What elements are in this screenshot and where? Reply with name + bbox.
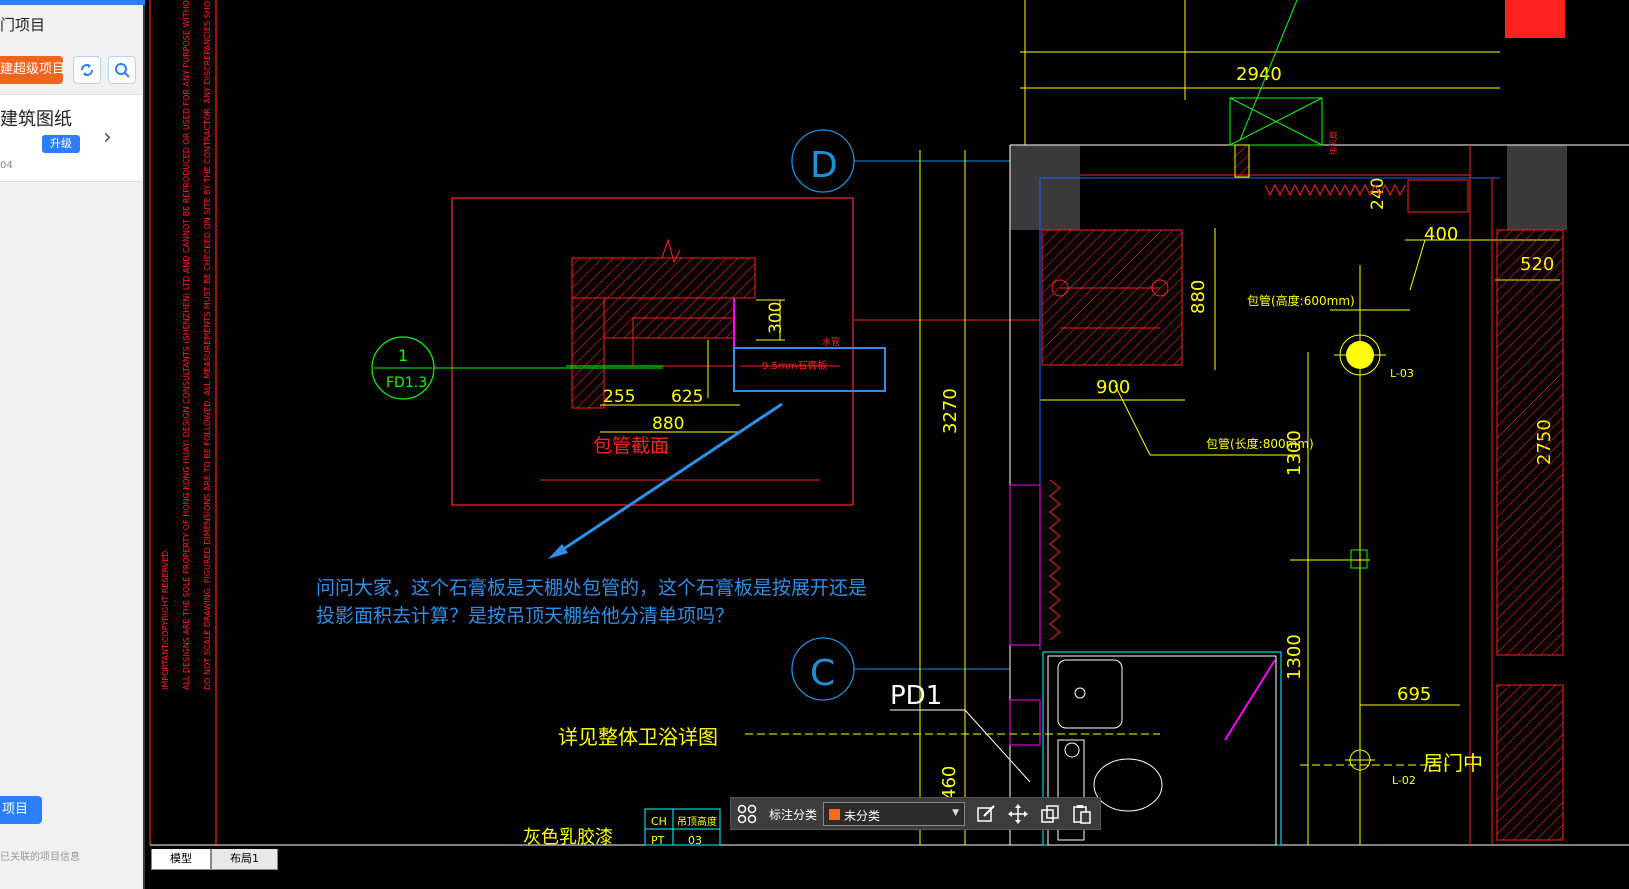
cad-canvas[interactable]: IMPORTANT:COPYRIGHT RESERVED. ALL DESIGN… [145,0,1629,889]
table-header-ceiling: 吊顶高度 [677,815,717,828]
dim-625: 625 [671,387,703,407]
copy-icon[interactable] [1039,803,1061,825]
dim-900: 900 [1096,377,1130,398]
water-pipe-label: 水管 [822,336,840,348]
project-card-title: 建筑图纸 [0,109,72,130]
table-row-03: 03 [688,834,702,847]
dim-695: 695 [1397,684,1431,705]
category-color-swatch [829,809,840,820]
callout-reference: FD1.3 [386,375,427,391]
sidebar-footer: 已关联的项目信息 [0,852,80,863]
paste-icon[interactable] [1071,803,1093,825]
dim-460: 460 [939,766,960,800]
new-super-project-button[interactable]: 建超级项目 [0,56,63,84]
category-selected-value: 未分类 [844,809,881,823]
edit-icon[interactable] [975,803,997,825]
pipe-length-note: 包管(长度:800mm) [1206,436,1314,451]
table-row-pt: PT [651,834,665,847]
project-button[interactable]: 项目 [0,796,42,824]
legal-text-1: IMPORTANT:COPYRIGHT RESERVED. [161,548,170,690]
callout-number: 1 [398,346,408,365]
center-door-note: 居门中 [1423,751,1483,775]
pipe-height-note: 包管(高度:600mm) [1247,293,1355,308]
gypsum-label: 9.5mm石膏板 [762,359,827,372]
dim-3270: 3270 [940,388,961,434]
lamp-label-l02: L-02 [1392,774,1416,787]
question-line-2: 投影面积去计算？是按吊顶天棚给他分清单项吗？ [316,605,735,627]
dim-2940: 2940 [1236,64,1282,85]
sync-button[interactable] [73,56,101,84]
dim-880: 880 [1188,280,1209,314]
paint-note: 灰色乳胶漆 [523,827,613,848]
search-button[interactable] [108,56,136,84]
section-title: 包管截面 [593,435,669,457]
upgrade-badge[interactable]: 升级 [42,135,80,153]
tab-model[interactable]: 模型 [151,849,211,870]
category-select[interactable]: 未分类 ▼ [823,802,965,826]
dim-880-detail: 880 [652,414,684,434]
lamp-label-l03: L-03 [1390,367,1414,380]
grid-label-d: D [810,145,838,186]
annotation-toolbar: 标注分类 未分类 ▼ [730,797,1101,830]
move-icon[interactable] [1007,803,1029,825]
dim-255: 255 [603,387,635,407]
fan-note: 排风扇 [1328,131,1338,155]
project-card[interactable]: 建筑图纸 升级 04 › [0,94,142,182]
sidebar-title: 门项目 [0,16,46,34]
project-sidebar: 门项目 建超级项目 建筑图纸 升级 04 › 项目 已关联的项目信息 [0,0,145,889]
tab-layout1[interactable]: 布局1 [211,849,278,870]
chevron-right-icon[interactable]: › [103,125,112,150]
project-card-subtitle: 04 [0,160,13,171]
dim-1300-lower: 1300 [1284,634,1305,680]
chevron-down-icon: ▼ [952,808,959,818]
grid-label-c: C [810,653,835,694]
question-line-1: 问问大家，这个石膏板是天棚处包管的，这个石膏板是按展开还是 [316,577,868,599]
dim-300: 300 [766,302,786,334]
bath-detail-note: 详见整体卫浴详图 [558,725,718,749]
category-label: 标注分类 [769,808,818,822]
legal-text-2: ALL DESIGNS ARE THE SOLE PROPERTY OF HON… [182,0,191,690]
question-annotation: 问问大家，这个石膏板是天棚处包管的，这个石膏板是按展开还是 投影面积去计算？是按… [316,574,916,630]
dim-400: 400 [1424,224,1458,245]
sync-icon [81,64,93,76]
layout-tabs: 模型 布局1 [145,849,545,889]
legal-text-3: DO NOT SCALE DRAWING. FIGURED DIMENSIONS… [203,0,212,690]
grid-apps-icon[interactable] [737,804,757,824]
table-header-ch: CH [651,815,667,828]
pd1-label: PD1 [890,681,942,711]
sidebar-top-tab[interactable] [0,0,145,5]
search-icon [115,63,130,78]
